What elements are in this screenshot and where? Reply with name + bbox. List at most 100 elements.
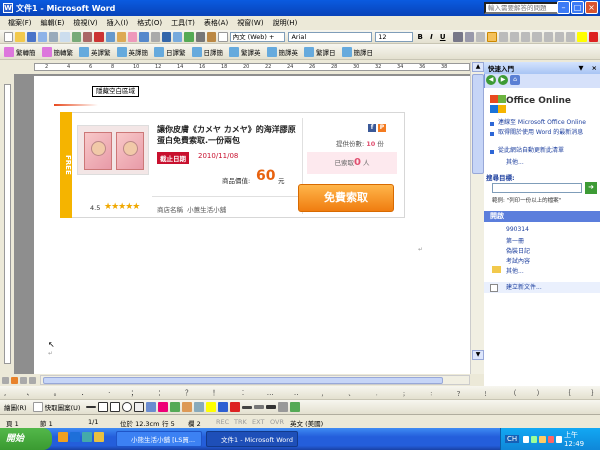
office-online-link[interactable]: 連線至 Microsoft Office Online bbox=[498, 119, 596, 127]
indent-icon[interactable] bbox=[566, 31, 576, 42]
align-right-icon[interactable] bbox=[509, 31, 520, 42]
recent-file[interactable]: 偽裝日記 bbox=[506, 246, 530, 255]
vertical-textbox-icon[interactable] bbox=[146, 402, 157, 412]
simp-to-trad-button[interactable]: 簡轉繁 bbox=[54, 47, 74, 57]
research-icon[interactable] bbox=[83, 31, 93, 42]
trad-to-simp-button[interactable]: 繁轉簡 bbox=[16, 47, 36, 57]
tray-icon[interactable] bbox=[523, 435, 530, 443]
facebook-icon[interactable]: f bbox=[368, 124, 376, 132]
line-spacing-icon[interactable] bbox=[532, 31, 542, 42]
maximize-button[interactable]: □ bbox=[571, 1, 584, 14]
minimize-button[interactable]: – bbox=[557, 1, 570, 14]
line-style-icon[interactable] bbox=[242, 405, 253, 409]
show-hide-icon[interactable] bbox=[218, 31, 228, 42]
draw-menu-button[interactable]: 繪圖(R) bbox=[4, 402, 27, 412]
italic-button[interactable]: I bbox=[427, 33, 436, 41]
task-pane-close-icon[interactable]: × bbox=[592, 64, 597, 72]
oval-icon[interactable] bbox=[122, 402, 133, 412]
product-image[interactable] bbox=[77, 125, 149, 175]
scroll-thumb[interactable] bbox=[472, 74, 484, 174]
line-color-icon[interactable] bbox=[218, 402, 229, 412]
translate-icon[interactable] bbox=[41, 46, 52, 57]
word-app-icon[interactable]: W bbox=[3, 3, 13, 13]
distributed-icon[interactable] bbox=[521, 31, 531, 42]
tray-icon[interactable] bbox=[539, 435, 546, 443]
horizontal-scrollbar[interactable] bbox=[40, 375, 470, 385]
font-size-select[interactable]: 12 bbox=[375, 31, 413, 42]
menu-window[interactable]: 視窗(W) bbox=[237, 18, 263, 28]
columns-icon[interactable] bbox=[195, 31, 205, 42]
jp-to-trad-button[interactable]: 日譯繁 bbox=[166, 47, 186, 57]
start-button[interactable]: 開始 bbox=[0, 428, 52, 450]
tray-icon[interactable] bbox=[531, 435, 538, 443]
open-folder-icon[interactable] bbox=[15, 31, 25, 42]
paste-icon[interactable] bbox=[116, 31, 127, 42]
task-pane-dropdown-icon[interactable]: ▼ bbox=[579, 64, 584, 72]
menu-table[interactable]: 表格(A) bbox=[204, 18, 228, 28]
translate-icon[interactable] bbox=[154, 46, 164, 57]
redo-icon[interactable] bbox=[150, 31, 160, 42]
simp-to-en-button[interactable]: 簡譯英 bbox=[279, 47, 299, 57]
task-pane-search-input[interactable] bbox=[492, 183, 582, 193]
scroll-up-arrow[interactable]: ▲ bbox=[472, 62, 484, 72]
numbering-icon[interactable] bbox=[543, 31, 553, 42]
align-center-icon[interactable] bbox=[498, 31, 508, 42]
scroll-down-arrow[interactable]: ▼ bbox=[472, 350, 484, 360]
font-color-icon[interactable] bbox=[230, 402, 241, 412]
3d-icon[interactable] bbox=[290, 402, 301, 412]
taskbar-app-browser[interactable]: 小熊生活小舖 [LS買... bbox=[116, 431, 202, 447]
trad-to-jp-button[interactable]: 繁譯日 bbox=[316, 47, 336, 57]
volume-icon[interactable] bbox=[555, 435, 562, 443]
normal-view-icon[interactable] bbox=[2, 376, 9, 384]
shop-name-link[interactable]: 小蕙生活小舖 bbox=[187, 206, 226, 214]
font-color-icon[interactable] bbox=[588, 31, 598, 42]
wordart-icon[interactable] bbox=[158, 402, 169, 412]
translate-icon[interactable] bbox=[4, 46, 14, 57]
menu-tools[interactable]: 工具(T) bbox=[171, 18, 195, 28]
line-icon[interactable] bbox=[86, 406, 97, 408]
bullets-icon[interactable] bbox=[554, 31, 565, 42]
ie-icon[interactable] bbox=[70, 432, 80, 442]
font-size-up-icon[interactable] bbox=[453, 31, 463, 42]
back-icon[interactable]: ◀ bbox=[486, 75, 496, 85]
new-doc-icon[interactable] bbox=[4, 31, 14, 42]
diagram-icon[interactable] bbox=[170, 402, 181, 412]
folder-icon[interactable] bbox=[94, 432, 104, 442]
recent-file[interactable]: 考試內容 bbox=[506, 256, 530, 265]
desktop-icon[interactable] bbox=[58, 432, 68, 442]
status-trk[interactable]: TRK bbox=[234, 418, 247, 426]
clipart-icon[interactable] bbox=[182, 402, 193, 412]
align-justify-icon[interactable] bbox=[487, 31, 497, 42]
bold-button[interactable]: B bbox=[416, 33, 425, 41]
fill-color-icon[interactable] bbox=[206, 402, 217, 412]
arrow-style-icon[interactable] bbox=[266, 405, 277, 409]
menu-help[interactable]: 說明(H) bbox=[273, 18, 298, 28]
textbox-icon[interactable] bbox=[134, 402, 145, 412]
menu-insert[interactable]: 插入(I) bbox=[107, 18, 129, 28]
select-objects-icon[interactable] bbox=[32, 402, 43, 412]
excel-icon[interactable] bbox=[184, 31, 194, 42]
vertical-ruler[interactable] bbox=[0, 74, 14, 374]
recent-file[interactable]: 第一冊 bbox=[506, 236, 524, 245]
drawing-icon[interactable] bbox=[206, 31, 217, 42]
font-select[interactable]: Arial bbox=[288, 31, 373, 42]
new-document-link[interactable]: 建立新文件... bbox=[484, 282, 600, 293]
search-go-icon[interactable]: ➜ bbox=[585, 182, 597, 194]
menu-file[interactable]: 檔案(F) bbox=[8, 18, 32, 28]
translate-icon[interactable] bbox=[116, 46, 127, 57]
translate-icon[interactable] bbox=[191, 46, 202, 57]
news-link[interactable]: 取得關於使用 Word 的最新消息 bbox=[498, 129, 596, 137]
print-layout-icon[interactable] bbox=[20, 376, 27, 384]
tray-icon[interactable] bbox=[547, 435, 554, 443]
print-icon[interactable] bbox=[49, 31, 59, 42]
permission-icon[interactable] bbox=[37, 31, 48, 42]
status-ext[interactable]: EXT bbox=[252, 418, 264, 426]
auto-update-link[interactable]: 從此網站自動更新此清單 bbox=[498, 147, 596, 155]
table-icon[interactable] bbox=[173, 31, 183, 42]
rectangle-icon[interactable] bbox=[110, 402, 121, 412]
hyperlink-icon[interactable] bbox=[161, 31, 172, 42]
horizontal-ruler[interactable]: 2 4 6 8 10 12 14 16 18 20 22 24 26 28 30 32 34 36 38 bbox=[0, 60, 484, 74]
ime-indicator[interactable]: CH bbox=[505, 435, 520, 443]
translate-icon[interactable] bbox=[266, 46, 277, 57]
taskbar-app-word[interactable]: 文件1 - Microsoft Word bbox=[206, 431, 298, 447]
